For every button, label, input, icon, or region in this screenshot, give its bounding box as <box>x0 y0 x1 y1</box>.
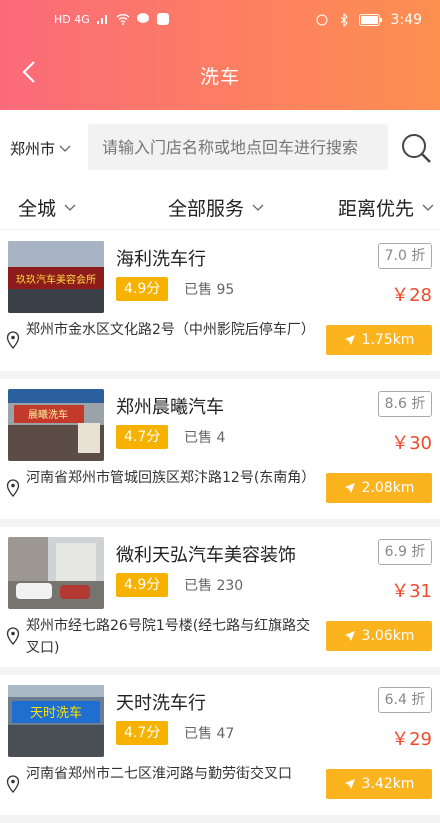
thumbnail-sign-text: 晨曦洗车 <box>28 408 68 421</box>
distance-button[interactable]: 2.08km <box>326 473 432 503</box>
shop-address: 河南省郑州市二七区淮河路与勤劳街交叉口 <box>26 766 292 782</box>
shop-thumbnail: 玖玖汽车美容会所 <box>8 241 104 313</box>
distance-label: 3.42km <box>361 776 415 792</box>
shop-card[interactable]: 天时洗车 天时洗车行 4.7分 已售 47 6.4 折 ￥29 河南省郑州市二七… <box>0 675 440 823</box>
filter-sort[interactable]: 距离优先 <box>338 194 434 221</box>
city-label: 郑州市 <box>10 140 56 158</box>
status-bar: HD 4G 3:49 <box>0 10 440 34</box>
wifi-icon <box>116 14 130 25</box>
shop-thumbnail: 天时洗车 <box>8 685 104 757</box>
location-pin-icon <box>6 627 20 645</box>
chat-icon <box>136 13 149 23</box>
shop-list: 玖玖汽车美容会所 海利洗车行 4.9分 已售 95 7.0 折 ￥28 郑州市金… <box>0 231 440 823</box>
rating-badge: 4.7分 <box>116 721 169 745</box>
chevron-down-icon <box>252 204 264 211</box>
price: ￥31 <box>391 581 432 602</box>
thumbnail-sign-text: 天时洗车 <box>30 705 82 721</box>
navigate-arrow-icon <box>344 335 355 345</box>
sold-count: 已售 4 <box>184 430 226 446</box>
distance-button[interactable]: 3.06km <box>326 621 432 651</box>
vibrate-icon <box>316 14 328 26</box>
chevron-down-icon <box>64 204 76 211</box>
network-label: HD 4G <box>54 12 90 26</box>
location-pin-icon <box>6 775 20 793</box>
shop-name: 天时洗车行 <box>116 693 206 714</box>
discount-badge: 6.9 折 <box>378 539 432 565</box>
shop-thumbnail <box>8 537 104 609</box>
distance-label: 3.06km <box>361 628 415 644</box>
price: ￥29 <box>391 729 432 750</box>
rating-badge: 4.9分 <box>116 573 169 597</box>
shop-thumbnail: 晨曦洗车 <box>8 389 104 461</box>
shop-address: 郑州市金水区文化路2号（中州影院后停车厂） <box>26 322 315 338</box>
clock: 3:49 <box>390 12 422 28</box>
shop-address: 河南省郑州市管城回族区郑汴路12号(东南角） <box>26 470 316 486</box>
distance-button[interactable]: 3.42km <box>326 769 432 799</box>
sold-count: 已售 95 <box>184 282 235 298</box>
shop-card[interactable]: 微利天弘汽车美容装饰 4.9分 已售 230 6.9 折 ￥31 郑州市经七路2… <box>0 527 440 675</box>
battery-icon <box>358 14 382 26</box>
bluetooth-icon <box>340 13 348 27</box>
navigate-arrow-icon <box>344 779 355 789</box>
rating-badge: 4.7分 <box>116 425 169 449</box>
filter-area-label: 全城 <box>18 198 57 220</box>
sold-count: 已售 47 <box>184 726 235 742</box>
notification-icon <box>156 13 169 25</box>
shop-address: 郑州市经七路26号院1号楼(经七路与红旗路交叉口) <box>26 618 311 656</box>
filter-service[interactable]: 全部服务 <box>168 194 264 221</box>
sold-count: 已售 230 <box>184 578 244 594</box>
search-row: 郑州市 <box>0 110 440 184</box>
distance-label: 2.08km <box>361 480 415 496</box>
chevron-down-icon <box>59 145 71 152</box>
price: ￥30 <box>391 433 432 454</box>
page-title: 洗车 <box>199 66 240 88</box>
distance-label: 1.75km <box>361 332 415 348</box>
shop-name: 郑州晨曦汽车 <box>116 397 224 418</box>
city-selector[interactable]: 郑州市 <box>10 138 71 159</box>
discount-badge: 7.0 折 <box>378 243 432 269</box>
price: ￥28 <box>391 285 432 306</box>
navigate-arrow-icon <box>344 483 355 493</box>
filter-sort-label: 距离优先 <box>338 198 415 220</box>
search-input[interactable] <box>88 124 388 170</box>
navigate-arrow-icon <box>344 631 355 641</box>
thumbnail-sign-text: 玖玖汽车美容会所 <box>16 273 96 286</box>
discount-badge: 8.6 折 <box>378 391 432 417</box>
shop-name: 微利天弘汽车美容装饰 <box>116 545 296 566</box>
chevron-down-icon <box>422 204 434 211</box>
filter-service-label: 全部服务 <box>168 198 245 220</box>
rating-badge: 4.9分 <box>116 277 169 301</box>
shop-card[interactable]: 玖玖汽车美容会所 海利洗车行 4.9分 已售 95 7.0 折 ￥28 郑州市金… <box>0 231 440 379</box>
filter-area[interactable]: 全城 <box>18 194 76 221</box>
app-header: HD 4G 3:49 洗车 <box>0 0 440 110</box>
location-pin-icon <box>6 331 20 349</box>
location-pin-icon <box>6 479 20 497</box>
search-icon[interactable] <box>400 132 432 164</box>
shop-name: 海利洗车行 <box>116 249 206 270</box>
signal-icon <box>96 15 107 24</box>
distance-button[interactable]: 1.75km <box>326 325 432 355</box>
discount-badge: 6.4 折 <box>378 687 432 713</box>
shop-card[interactable]: 晨曦洗车 郑州晨曦汽车 4.7分 已售 4 8.6 折 ￥30 河南省郑州市管城… <box>0 379 440 527</box>
filter-bar: 全城 全部服务 距离优先 <box>0 184 440 230</box>
